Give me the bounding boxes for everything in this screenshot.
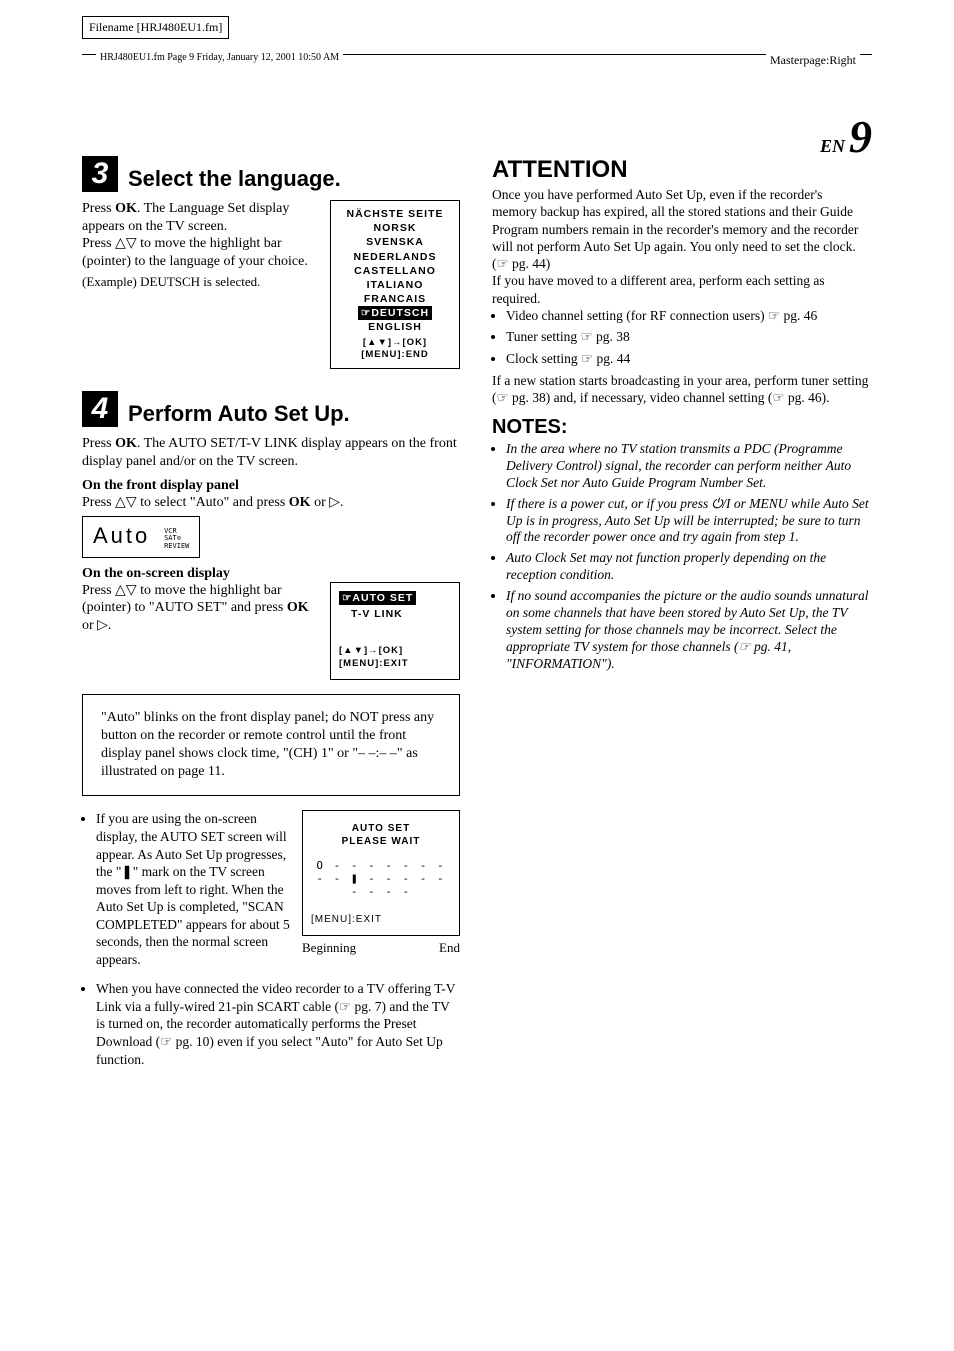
label-beginning: Beginning [302, 940, 356, 956]
step4-lead: Press OK. The AUTO SET/T-V LINK display … [82, 435, 460, 470]
step3-title: Select the language. [128, 166, 341, 192]
panel-line: ENGLISH [337, 320, 453, 334]
panel-selected: ☞AUTO SET [339, 591, 416, 605]
subheading-front-panel: On the front display panel [82, 478, 460, 494]
segment-indicators: VCR SAT⊙ REVIEW [164, 528, 189, 551]
attention-para2: If you have moved to a different area, p… [492, 272, 870, 307]
front-display-panel: Auto VCR SAT⊙ REVIEW [82, 516, 200, 558]
ok-label: OK [289, 495, 311, 510]
bullet-tvlink: When you have connected the video record… [96, 980, 460, 1068]
step4-title: Perform Auto Set Up. [128, 401, 350, 427]
step3-number: 3 [82, 156, 118, 192]
panel-line: NÄCHSTE SEITE [337, 207, 453, 221]
left-column: 3 Select the language. Press OK. The Lan… [82, 156, 460, 1072]
text: or ▷. [82, 618, 111, 633]
text: Press △▽ to move the highlight bar (poin… [82, 583, 287, 616]
example-note: (Example) DEUTSCH is selected. [82, 274, 320, 290]
note-power-cut: If there is a power cut, or if you press… [506, 496, 870, 547]
filename-label: Filename [HRJ480EU1.fm] [82, 16, 229, 39]
step4-select-auto: Press △▽ to select "Auto" and press OK o… [82, 494, 460, 512]
bullet-osd-progress: If you are using the on-screen display, … [96, 810, 292, 968]
attention-heading: ATTENTION [492, 156, 870, 184]
step3-body: Press OK. The Language Set display appea… [82, 200, 320, 290]
subheading-osd: On the on-screen display [82, 566, 460, 582]
page-num: 9 [849, 111, 872, 162]
text: Press △▽ to select "Auto" and press [82, 495, 289, 510]
note-pdc: In the area where no TV station transmit… [506, 441, 870, 492]
note-tv-system: If no sound accompanies the picture or t… [506, 588, 870, 672]
progress-figure: AUTO SET PLEASE WAIT O - - - - - - - - -… [302, 810, 460, 956]
segment-display: Auto [93, 523, 150, 548]
note-reception: Auto Clock Set may not function properly… [506, 550, 870, 584]
caution-box: "Auto" blinks on the front display panel… [82, 694, 460, 797]
osd-panel: ☞AUTO SET T-V LINK [▲▼]→[OK] [MENU]:EXIT [330, 582, 460, 680]
text: Press [82, 201, 115, 216]
header-text: HRJ480EU1.fm Page 9 Friday, January 12, … [96, 52, 343, 63]
notes-heading: NOTES: [492, 416, 870, 439]
panel-line: FRANCAIS [337, 292, 453, 306]
panel-controls: [▲▼]→[OK] [MENU]:END [337, 337, 453, 363]
step3-heading: 3 Select the language. [82, 156, 460, 192]
text: . The AUTO SET/T-V LINK display appears … [82, 436, 457, 469]
attention-li-tuner: Tuner setting ☞ pg. 38 [506, 328, 870, 346]
panel-line: ITALIANO [337, 278, 453, 292]
panel-line: T-V LINK [339, 607, 451, 621]
masterpage: Masterpage:Right [766, 53, 860, 68]
ok-label: OK [115, 201, 137, 216]
step4-heading: 4 Perform Auto Set Up. [82, 391, 460, 427]
attention-para1: Once you have performed Auto Set Up, eve… [492, 186, 870, 272]
language-panel: NÄCHSTE SEITE NORSK SVENSKA NEDERLANDS C… [330, 200, 460, 369]
text: Press △▽ to move the highlight bar (poin… [82, 236, 308, 269]
step4-osd-text: Press △▽ to move the highlight bar (poin… [82, 582, 320, 635]
label-end: End [439, 940, 460, 956]
ok-label: OK [287, 600, 309, 615]
panel-controls: [▲▼]→[OK] [MENU]:EXIT [339, 645, 451, 671]
step4-number: 4 [82, 391, 118, 427]
progress-wait: PLEASE WAIT [311, 836, 451, 847]
progress-menu: [MENU]:EXIT [311, 914, 451, 925]
attention-li-clock: Clock setting ☞ pg. 44 [506, 350, 870, 368]
progress-bar: O - - - - - - - - - ❚ - - - - - - - - - [311, 859, 451, 898]
panel-selected: ☞DEUTSCH [358, 306, 432, 320]
attention-para3: If a new station starts broadcasting in … [492, 372, 870, 407]
progress-title: AUTO SET [311, 823, 451, 834]
text: or ▷. [311, 495, 344, 510]
attention-li-video: Video channel setting (for RF connection… [506, 307, 870, 325]
panel-line: NEDERLANDS [337, 250, 453, 264]
panel-line: SVENSKA [337, 235, 453, 249]
panel-line: NORSK [337, 221, 453, 235]
panel-line: CASTELLANO [337, 264, 453, 278]
header-rule: HRJ480EU1.fm Page 9 Friday, January 12, … [82, 54, 872, 55]
text: Press [82, 436, 115, 451]
right-column: ATTENTION Once you have performed Auto S… [492, 156, 870, 1072]
page: Filename [HRJ480EU1.fm] HRJ480EU1.fm Pag… [82, 48, 872, 1288]
page-lang: EN [820, 136, 845, 156]
ok-label: OK [115, 436, 137, 451]
